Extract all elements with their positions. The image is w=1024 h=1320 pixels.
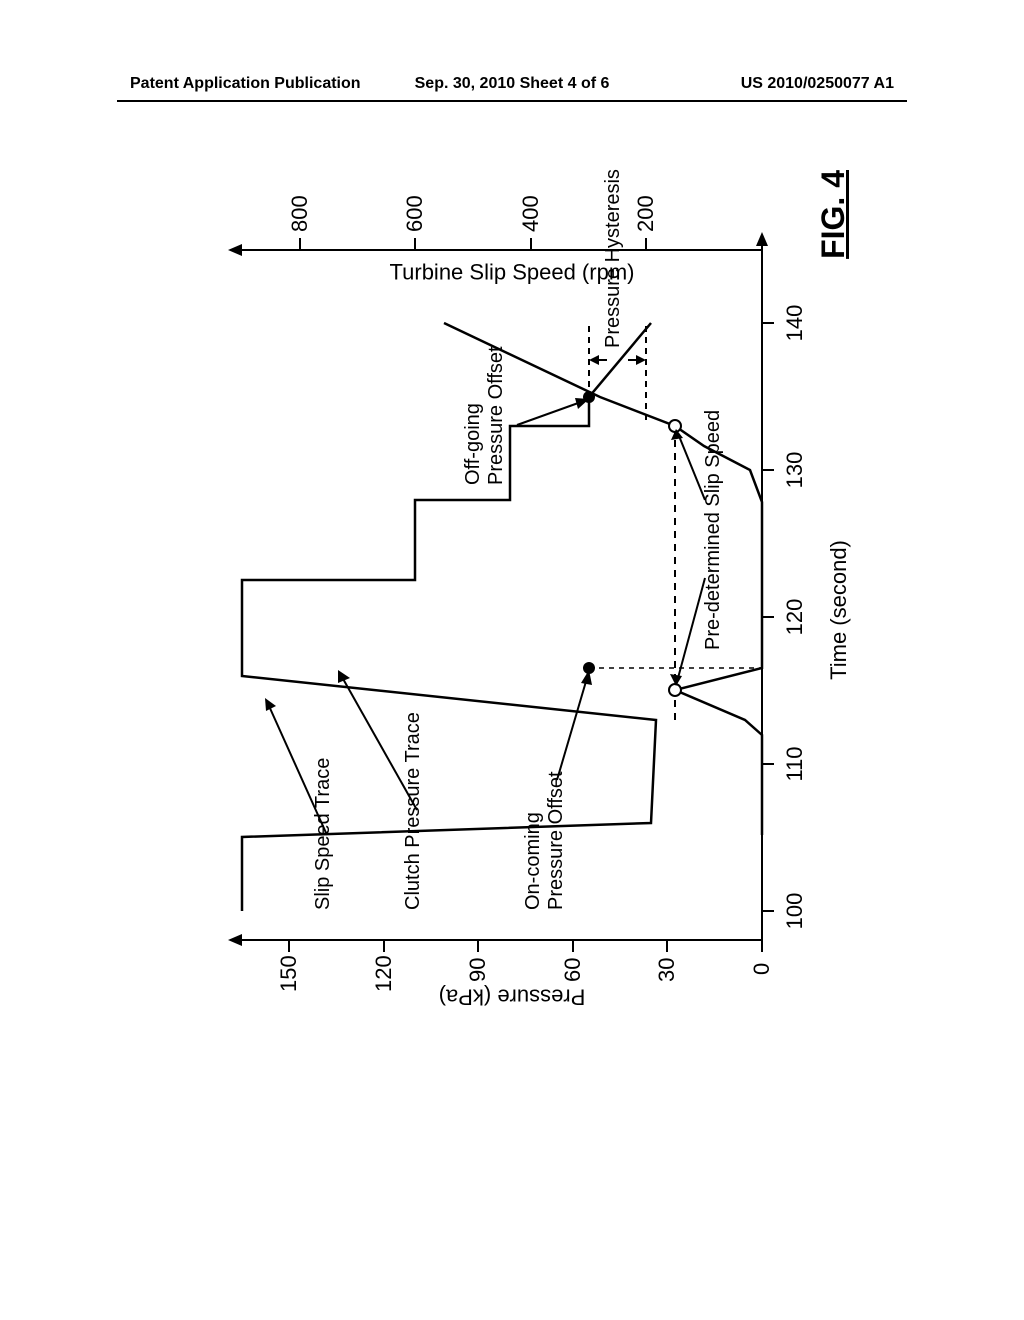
annot-slip-speed-trace: Slip Speed Trace (312, 758, 335, 910)
x-tick-110: 110 (782, 746, 808, 781)
yl-tick-60: 60 (560, 958, 586, 982)
yr-tick-200: 200 (633, 195, 659, 232)
annot-offgoing-offset: Off-going Pressure Offset (462, 346, 508, 485)
header-right: US 2010/0250077 A1 (741, 75, 894, 93)
yl-tick-90: 90 (465, 958, 491, 982)
x-tick-100: 100 (782, 893, 808, 930)
figure-chart: Pressure (kPa) Turbine Slip Speed (rpm) … (162, 160, 862, 1060)
x-axis-label: Time (second) (826, 540, 852, 680)
yl-tick-0: 0 (749, 963, 775, 975)
header-divider (117, 100, 907, 102)
yl-tick-120: 120 (371, 955, 397, 992)
annot-pressure-hysteresis: Pressure Hysteresis (602, 169, 625, 348)
yl-tick-30: 30 (654, 958, 680, 982)
chart-svg (162, 160, 862, 1060)
annot-oncoming-offset: On-coming Pressure Offset (522, 771, 568, 910)
figure-label: FIG. 4 (815, 170, 852, 259)
y-axis-right-label: Turbine Slip Speed (rpm) (390, 259, 635, 285)
x-tick-120: 120 (782, 599, 808, 636)
annot-predetermined-slip: Pre-determined Slip Speed (702, 410, 725, 650)
yr-tick-400: 400 (518, 195, 544, 232)
yr-tick-800: 800 (287, 195, 313, 232)
y-axis-left-label: Pressure (kPa) (439, 984, 586, 1010)
header-center: Sep. 30, 2010 Sheet 4 of 6 (415, 75, 610, 93)
yr-tick-600: 600 (402, 195, 428, 232)
page-header: Patent Application Publication Sep. 30, … (0, 75, 1024, 93)
x-tick-130: 130 (782, 452, 808, 489)
yl-tick-150: 150 (276, 955, 302, 992)
x-tick-140: 140 (782, 305, 808, 342)
header-left: Patent Application Publication (130, 75, 361, 93)
annot-clutch-pressure-trace: Clutch Pressure Trace (402, 712, 425, 910)
